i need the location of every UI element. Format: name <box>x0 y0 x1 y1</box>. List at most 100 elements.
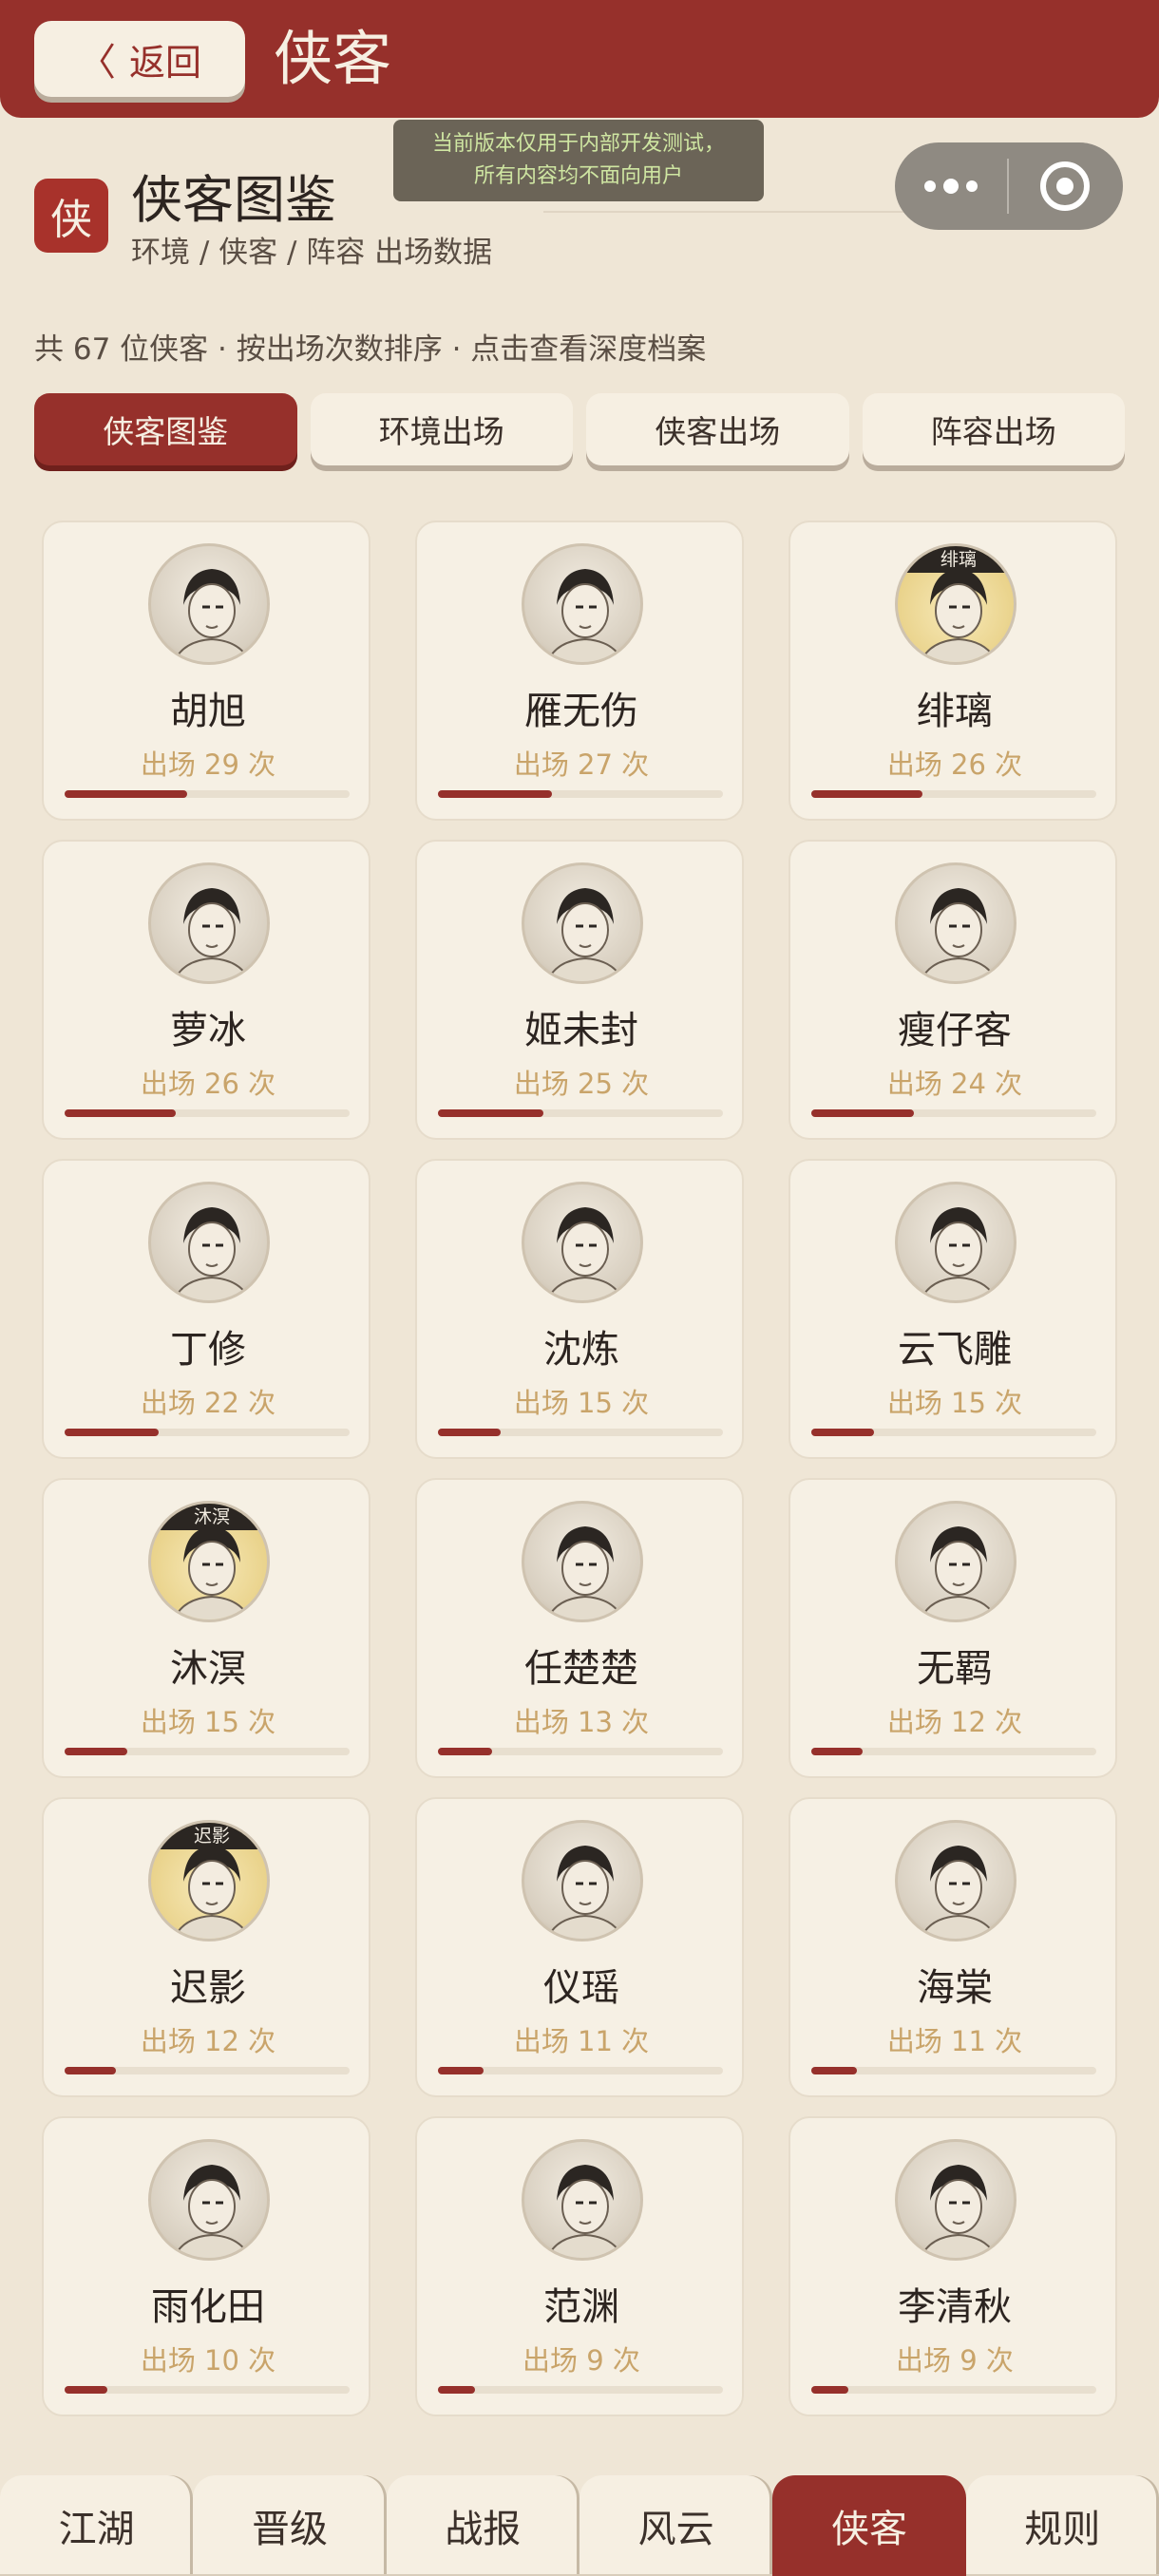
chevron-left-icon: 〈 <box>77 41 116 85</box>
appearance-progress-fill <box>438 1109 543 1117</box>
avatar-name-tag: 沐溟 <box>151 1504 267 1530</box>
hero-card[interactable]: 沈炼出场 15 次 <box>415 1159 744 1459</box>
appearance-progress-bar <box>811 790 1096 798</box>
more-dots-icon[interactable] <box>895 142 1007 230</box>
appearance-progress-fill <box>811 2067 857 2074</box>
hero-avatar: 迟影 <box>148 1820 270 1941</box>
hero-appearance-count: 出场 12 次 <box>140 2025 276 2057</box>
hero-appearance-count: 出场 11 次 <box>886 2025 1023 2057</box>
dev-notice-line1: 当前版本仅用于内部开发测试， <box>431 132 725 156</box>
back-button[interactable]: 〈 返回 <box>34 21 245 97</box>
appearance-progress-bar <box>65 1429 350 1436</box>
hero-name: 海棠 <box>917 1966 993 2010</box>
hero-card[interactable]: 李清秋 出场 9 次 <box>788 2116 1117 2416</box>
hero-name: 沐溟 <box>170 1647 246 1691</box>
appearance-progress-fill <box>811 2386 848 2394</box>
hero-card[interactable]: 胡旭 出场 29 次 <box>42 521 370 821</box>
hero-avatar <box>895 1820 1016 1941</box>
section-title: 侠客图鉴 <box>131 170 336 230</box>
hero-appearance-count: 出场 13 次 <box>513 1706 650 1738</box>
hero-card[interactable]: 姬未封出场 25 次 <box>415 840 744 1140</box>
hero-card[interactable]: 丁修 出场 22 次 <box>42 1159 370 1459</box>
hero-card[interactable]: 仪瑶 出场 11 次 <box>415 1797 744 2097</box>
portrait-illustration <box>546 569 624 662</box>
hero-avatar <box>148 2139 270 2261</box>
hero-avatar <box>522 543 643 665</box>
hero-card[interactable]: 雁无伤 出场 27 次 <box>415 521 744 821</box>
hero-avatar <box>895 862 1016 984</box>
hero-name: 范渊 <box>543 2285 619 2329</box>
appearance-progress-fill <box>65 2386 107 2394</box>
hero-card[interactable]: 萝冰 出场 26 次 <box>42 840 370 1140</box>
hero-avatar <box>522 1820 643 1941</box>
hero-card[interactable]: 无羁 出场 12 次 <box>788 1478 1117 1778</box>
portrait-illustration <box>546 2165 624 2258</box>
hero-appearance-count: 出场 25 次 <box>513 1068 650 1100</box>
hero-name: 云飞雕 <box>898 1328 1012 1372</box>
hero-card[interactable]: 任楚楚出场 13 次 <box>415 1478 744 1778</box>
hero-card[interactable]: 范渊出场 9 次 <box>415 2116 744 2416</box>
hero-appearance-count: 出场 15 次 <box>513 1387 650 1419</box>
appearance-progress-fill <box>65 2067 116 2074</box>
hero-name: 仪瑶 <box>543 1966 619 2010</box>
hero-card[interactable]: 雨化田 出场 10 次 <box>42 2116 370 2416</box>
hero-name: 沈炼 <box>543 1328 619 1372</box>
hero-name: 胡旭 <box>170 690 246 733</box>
appearance-progress-fill <box>811 1748 863 1755</box>
appearance-progress-bar <box>438 2067 723 2074</box>
hero-appearance-count: 出场 9 次 <box>522 2344 640 2377</box>
hero-card[interactable]: 迟影 迟影 出场 12 次 <box>42 1797 370 2097</box>
hero-name: 瘦仔客 <box>898 1009 1012 1052</box>
appearance-progress-fill <box>438 790 552 798</box>
target-ring-icon[interactable] <box>1009 142 1121 230</box>
tab-environment-appearances[interactable]: 环境出场 <box>310 393 573 465</box>
appearance-progress-bar <box>65 2067 350 2074</box>
appearance-progress-fill <box>65 1109 176 1117</box>
appearance-progress-fill <box>811 1109 914 1117</box>
appearance-progress-bar <box>811 1748 1096 1755</box>
nav-jianghu[interactable]: 江湖 <box>0 2475 194 2576</box>
appearance-progress-fill <box>438 1748 492 1755</box>
appearance-progress-bar <box>811 2386 1096 2394</box>
portrait-illustration <box>920 888 998 981</box>
hero-appearance-count: 出场 22 次 <box>140 1387 276 1419</box>
appearance-progress-bar <box>438 1748 723 1755</box>
tab-hero-gallery[interactable]: 侠客图鉴 <box>34 393 297 465</box>
nav-fengyun[interactable]: 风云 <box>579 2475 773 2576</box>
avatar-name-tag: 迟影 <box>151 1823 267 1849</box>
hero-avatar: 沐溟 <box>148 1501 270 1622</box>
portrait-illustration <box>173 2165 251 2258</box>
nav-promotion[interactable]: 晋级 <box>193 2475 387 2576</box>
appearance-progress-bar <box>811 1109 1096 1117</box>
hero-card[interactable]: 云飞雕 出场 15 次 <box>788 1159 1117 1459</box>
nav-heroes[interactable]: 侠客 <box>772 2475 966 2576</box>
hero-name: 无羁 <box>917 1647 993 1691</box>
hero-card[interactable]: 沐溟 沐溟 出场 15 次 <box>42 1478 370 1778</box>
appearance-progress-fill <box>65 1429 159 1436</box>
tab-lineup-appearances[interactable]: 阵容出场 <box>862 393 1125 465</box>
hero-name: 姬未封 <box>524 1009 638 1052</box>
appearance-progress-bar <box>65 2386 350 2394</box>
appearance-progress-fill <box>65 1748 127 1755</box>
hero-avatar: 绯璃 <box>895 543 1016 665</box>
hero-card[interactable]: 绯璃 绯璃 出场 26 次 <box>788 521 1117 821</box>
appearance-progress-bar <box>811 2067 1096 2074</box>
hero-appearance-count: 出场 26 次 <box>886 748 1023 781</box>
tab-hero-appearances[interactable]: 侠客出场 <box>586 393 849 465</box>
portrait-illustration <box>173 888 251 981</box>
hero-name: 任楚楚 <box>524 1647 638 1691</box>
nav-battle-report[interactable]: 战报 <box>386 2475 580 2576</box>
hero-avatar <box>148 1182 270 1303</box>
portrait-illustration <box>546 888 624 981</box>
nav-rules[interactable]: 规则 <box>965 2475 1159 2576</box>
portrait-illustration <box>546 1846 624 1939</box>
hero-appearance-count: 出场 15 次 <box>140 1706 276 1738</box>
appearance-progress-bar <box>438 1429 723 1436</box>
hero-card[interactable]: 瘦仔客 出场 24 次 <box>788 840 1117 1140</box>
hero-card[interactable]: 海棠出场 11 次 <box>788 1797 1117 2097</box>
portrait-illustration <box>546 1207 624 1300</box>
hero-avatar <box>895 1501 1016 1622</box>
hero-name: 雨化田 <box>151 2285 265 2329</box>
portrait-illustration <box>920 1207 998 1300</box>
portrait-illustration <box>920 2165 998 2258</box>
